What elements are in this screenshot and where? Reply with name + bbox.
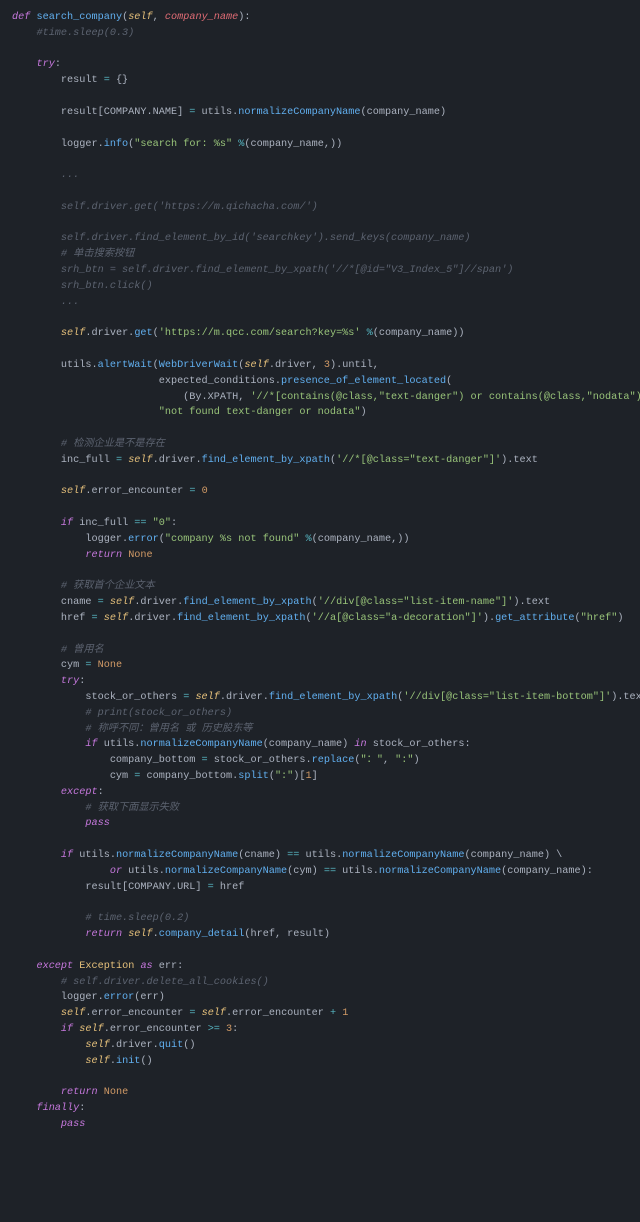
- code-block: def search_company(self, company_name): …: [0, 0, 640, 1222]
- code-content: def search_company(self, company_name): …: [12, 12, 640, 1130]
